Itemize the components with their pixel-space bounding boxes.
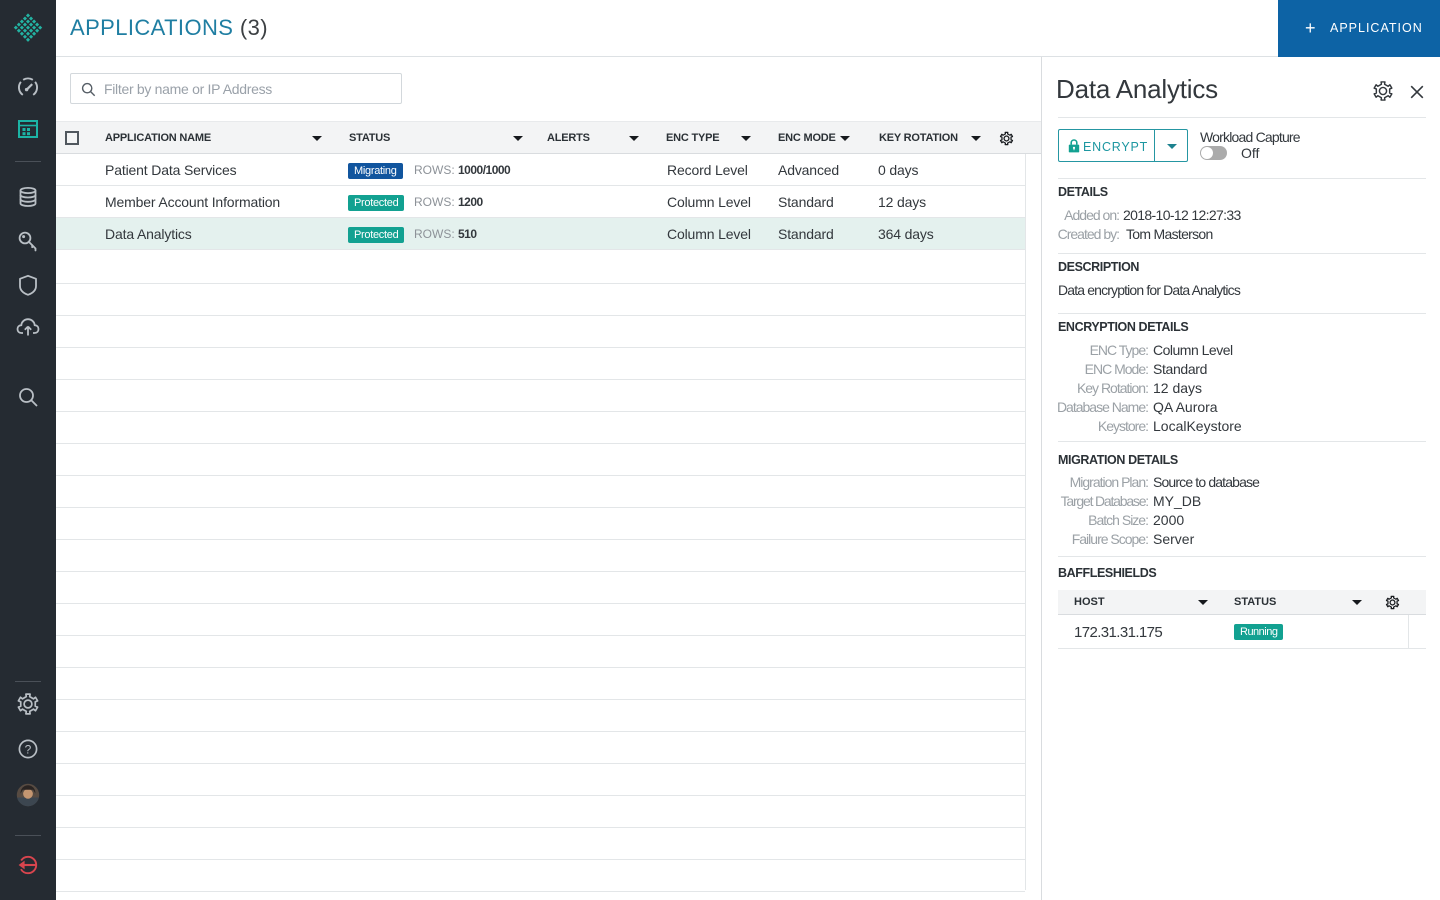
svg-text:?: ?: [25, 742, 32, 756]
